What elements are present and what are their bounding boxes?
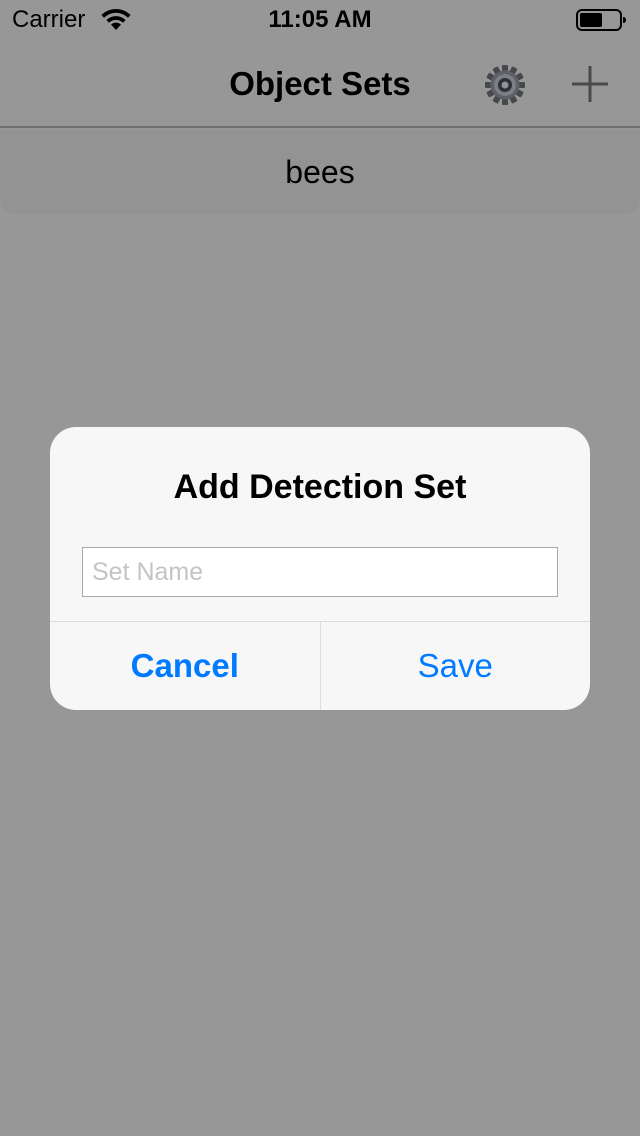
navigation-bar: Object Sets: [0, 40, 640, 128]
object-set-list: bees: [0, 130, 640, 214]
plus-icon[interactable]: [568, 62, 612, 106]
gear-icon[interactable]: [484, 64, 526, 106]
dialog-button-row: Cancel Save: [50, 621, 590, 710]
list-item[interactable]: bees: [0, 130, 640, 214]
add-detection-set-dialog: Add Detection Set Cancel Save: [50, 427, 590, 710]
set-name-input[interactable]: [82, 547, 558, 597]
page-title: Object Sets: [229, 65, 411, 102]
dialog-title: Add Detection Set: [173, 468, 467, 506]
save-button[interactable]: Save: [321, 622, 591, 710]
battery-icon: [576, 9, 626, 31]
status-bar: Carrier 11:05 AM: [0, 0, 640, 40]
cancel-button[interactable]: Cancel: [50, 622, 321, 710]
status-time: 11:05 AM: [268, 6, 372, 33]
